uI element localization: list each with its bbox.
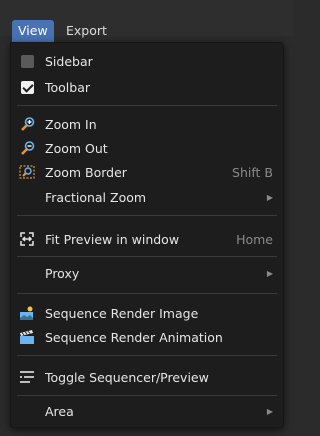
toolbar-toggle[interactable]: Toolbar: [11, 75, 283, 99]
toggle-sequencer-preview-item[interactable]: Toggle Sequencer/Preview: [11, 365, 283, 389]
fractional-zoom-label: Fractional Zoom: [45, 189, 147, 205]
fit-view-icon: [19, 231, 35, 247]
view-menu-button[interactable]: View: [12, 20, 54, 42]
submenu-arrow-icon: ▶: [266, 268, 273, 278]
submenu-arrow-icon: ▶: [266, 192, 273, 202]
toolbar-label: Toolbar: [45, 79, 91, 95]
separator: [17, 355, 277, 356]
fit-preview-shortcut: Home: [236, 231, 273, 247]
separator: [17, 395, 277, 396]
sequence-render-animation-label: Sequence Render Animation: [45, 329, 223, 345]
zoom-out-item[interactable]: Zoom Out: [11, 136, 283, 160]
sidebar-toggle[interactable]: Sidebar: [11, 49, 283, 73]
submenu-arrow-icon: ▶: [266, 406, 273, 416]
separator: [17, 215, 277, 216]
zoom-in-icon: [19, 116, 35, 132]
zoom-in-item[interactable]: Zoom In: [11, 112, 283, 136]
sequence-render-image-label: Sequence Render Image: [45, 305, 199, 321]
area-label: Area: [45, 403, 74, 419]
sidebar-label: Sidebar: [45, 53, 93, 69]
separator: [17, 293, 277, 294]
sequence-render-image-item[interactable]: Sequence Render Image: [11, 301, 283, 325]
fit-preview-label: Fit Preview in window: [45, 231, 180, 247]
zoom-out-label: Zoom Out: [45, 140, 108, 156]
fractional-zoom-item[interactable]: Fractional Zoom ▶: [11, 185, 283, 209]
separator: [17, 105, 277, 106]
zoom-out-icon: [19, 140, 35, 156]
toggle-sequencer-preview-label: Toggle Sequencer/Preview: [45, 369, 209, 385]
menu-bar: View Export: [0, 0, 294, 42]
export-menu-button[interactable]: Export: [60, 20, 113, 42]
zoom-border-icon: [19, 164, 35, 180]
proxy-item[interactable]: Proxy ▶: [11, 261, 283, 285]
checkbox-checked-icon[interactable]: [19, 79, 35, 95]
sequence-render-animation-item[interactable]: Sequence Render Animation: [11, 325, 283, 349]
zoom-border-item[interactable]: Zoom Border Shift B: [11, 160, 283, 184]
toggle-sequencer-icon: [19, 369, 35, 385]
area-item[interactable]: Area ▶: [11, 399, 283, 423]
zoom-border-shortcut: Shift B: [232, 164, 273, 180]
zoom-border-label: Zoom Border: [45, 164, 127, 180]
proxy-label: Proxy: [45, 265, 80, 281]
render-image-icon: [19, 305, 35, 321]
fit-preview-item[interactable]: Fit Preview in window Home: [11, 227, 283, 251]
render-animation-icon: [19, 329, 35, 345]
checkbox-unchecked-icon[interactable]: [19, 53, 35, 69]
zoom-in-label: Zoom In: [45, 116, 97, 132]
separator: [17, 256, 277, 257]
view-dropdown-menu: Sidebar Toolbar Zoom In Zoom Out Zoom Bo…: [10, 42, 284, 428]
